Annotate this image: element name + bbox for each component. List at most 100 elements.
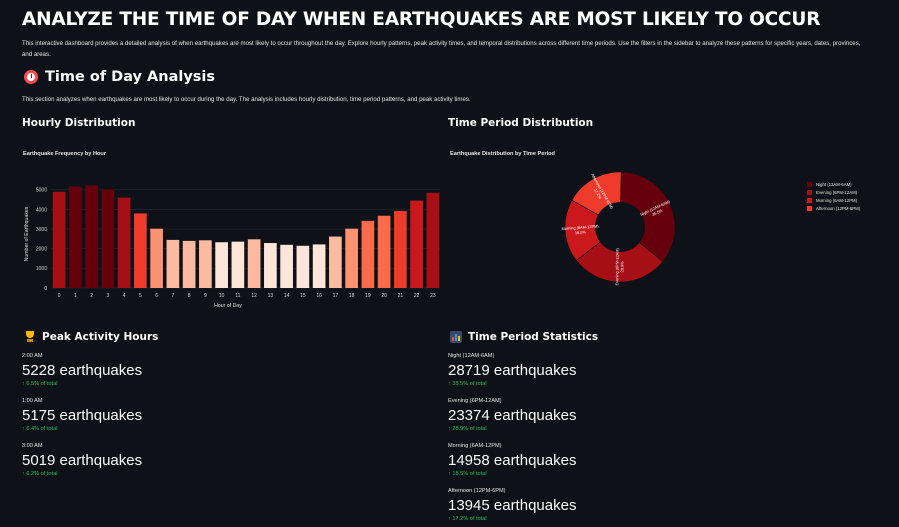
stats-heading: Time Period Statistics xyxy=(450,331,598,343)
stats-heading-label: Time Period Statistics xyxy=(468,331,599,343)
trophy-icon xyxy=(24,331,36,343)
metric-value: 5228 earthquakes xyxy=(22,362,143,379)
donut-legend: Night (12AM-6AM) Evening (6PM-12AM) Mornin… xyxy=(807,180,860,212)
x-tick-label: 0 xyxy=(58,293,61,299)
x-tick-label: 21 xyxy=(398,293,404,299)
legend-label: Morning (6AM-12PM) xyxy=(816,197,858,203)
metric-value: 28719 earthquakes xyxy=(448,362,577,379)
y-tick-label: 0 xyxy=(44,286,47,292)
legend-swatch xyxy=(807,197,812,203)
bar[interactable] xyxy=(166,239,180,288)
bar[interactable] xyxy=(150,228,163,288)
bar[interactable] xyxy=(296,245,310,288)
metric-label: 3:00 AM xyxy=(22,443,43,449)
x-tick-label: 19 xyxy=(365,293,371,299)
hourly-bar-chart[interactable]: 0100020003000400050000 1 2 3 4 5 6 7 8 9 10 11 12 13 1… xyxy=(0,165,440,315)
metric-label: 1:00 AM xyxy=(22,398,43,404)
metric-value: 14958 earthquakes xyxy=(448,452,577,469)
bar[interactable] xyxy=(134,213,147,288)
bar[interactable] xyxy=(394,211,407,288)
section-description: This section analyzes when earthquakes a… xyxy=(22,96,471,103)
legend-label: Evening (6PM-12AM) xyxy=(816,189,858,195)
peak-heading-label: Peak Activity Hours xyxy=(42,331,159,343)
period-metric: Evening (6PM-12AM) 23374 earthquakes ↑ 2… xyxy=(448,398,576,432)
bar[interactable] xyxy=(215,242,228,288)
metric-value: 5019 earthquakes xyxy=(22,452,143,469)
bar[interactable] xyxy=(312,244,326,288)
legend-swatch xyxy=(807,205,812,211)
slice-label-percent: 18.5% xyxy=(575,229,587,235)
x-tick-label: 11 xyxy=(235,293,240,299)
x-tick-label: 20 xyxy=(381,293,387,299)
peak-metric: 3:00 AM 5019 earthquakes ↑ 6.2% of total xyxy=(22,443,142,477)
metric-delta: ↑ 35.5% of total xyxy=(448,381,487,387)
legend-label: Night (12AM-6AM) xyxy=(816,181,852,187)
legend-label: Afternoon (12PM-6PM) xyxy=(816,205,861,211)
x-tick-label: 14 xyxy=(284,293,290,299)
bar[interactable] xyxy=(69,186,82,288)
section-heading: Time of Day Analysis xyxy=(24,69,215,85)
metric-value: 5175 earthquakes xyxy=(22,407,143,424)
metric-delta: ↑ 28.9% of total xyxy=(448,426,487,432)
hourly-heading: Hourly Distribution xyxy=(22,117,136,129)
intro-text: This interactive dashboard provides a de… xyxy=(22,40,861,58)
legend-swatch xyxy=(807,181,812,187)
donut-slice[interactable] xyxy=(620,171,676,262)
y-tick-label: 5000 xyxy=(36,188,47,194)
peak-metric: 2:00 AM 5228 earthquakes ↑ 6.5% of total xyxy=(22,353,142,387)
bar[interactable] xyxy=(247,239,261,288)
x-tick-label: 23 xyxy=(430,293,436,299)
bar[interactable] xyxy=(345,228,358,288)
hourly-chart-title: Earthquake Frequency by Hour xyxy=(23,151,106,157)
legend-item[interactable]: Night (12AM-6AM) xyxy=(807,180,860,188)
x-tick-label: 2 xyxy=(90,293,93,299)
page-title: ANALYZE THE TIME OF DAY WHEN EARTHQUAKES… xyxy=(22,9,821,30)
legend-item[interactable]: Morning (6AM-12PM) xyxy=(807,196,860,204)
bar[interactable] xyxy=(182,240,196,288)
bar[interactable] xyxy=(101,189,115,288)
bar[interactable] xyxy=(410,200,423,288)
metric-delta: ↑ 18.5% of total xyxy=(448,471,487,477)
x-tick-label: 4 xyxy=(123,293,126,299)
x-tick-label: 16 xyxy=(316,293,322,299)
metric-label: Afternoon (12PM-6PM) xyxy=(448,488,506,494)
bar[interactable] xyxy=(377,215,391,288)
bar[interactable] xyxy=(264,243,277,288)
bar[interactable] xyxy=(85,185,98,288)
peak-metric: 1:00 AM 5175 earthquakes ↑ 6.4% of total xyxy=(22,398,142,432)
bar[interactable] xyxy=(426,192,440,288)
x-tick-label: 12 xyxy=(251,293,257,299)
y-tick-label: 4000 xyxy=(36,207,47,213)
y-axis-label: Number of Earthquakes xyxy=(24,206,30,261)
metric-value: 23374 earthquakes xyxy=(448,407,577,424)
period-metric: Afternoon (12PM-6PM) 13945 earthquakes ↑… xyxy=(448,488,576,522)
x-tick-label: 1 xyxy=(74,293,77,299)
x-tick-label: 3 xyxy=(106,293,109,299)
x-tick-label: 22 xyxy=(414,293,420,299)
metric-label: 2:00 AM xyxy=(22,353,43,359)
metric-delta: ↑ 6.2% of total xyxy=(22,471,58,477)
bar[interactable] xyxy=(361,220,375,288)
x-tick-label: 6 xyxy=(155,293,158,299)
slice-label-percent: 28.9% xyxy=(619,261,624,273)
bar-chart-icon xyxy=(450,331,462,343)
x-tick-label: 9 xyxy=(204,293,207,299)
bar[interactable] xyxy=(329,236,342,288)
bar[interactable] xyxy=(52,191,66,288)
metric-delta: ↑ 6.4% of total xyxy=(22,426,58,432)
bar[interactable] xyxy=(117,197,131,288)
bar[interactable] xyxy=(199,240,212,288)
legend-item[interactable]: Evening (6PM-12AM) xyxy=(807,188,860,196)
x-tick-label: 10 xyxy=(219,293,225,299)
period-metric: Morning (6AM-12PM) 14958 earthquakes ↑ 1… xyxy=(448,443,576,477)
legend-item[interactable]: Afternoon (12PM-6PM) xyxy=(807,204,860,212)
y-tick-label: 3000 xyxy=(36,227,47,233)
bar[interactable] xyxy=(231,241,245,288)
period-donut-chart[interactable]: Night (12AM-6AM)35.5%Evening (6PM-12AM) 2… xyxy=(550,165,690,315)
section-title: Time of Day Analysis xyxy=(45,69,216,85)
x-tick-label: 7 xyxy=(171,293,174,299)
y-tick-label: 1000 xyxy=(36,266,47,272)
x-axis-label: Hour of Day xyxy=(214,303,242,309)
metric-label: Evening (6PM-12AM) xyxy=(448,398,502,404)
bar[interactable] xyxy=(280,244,293,288)
